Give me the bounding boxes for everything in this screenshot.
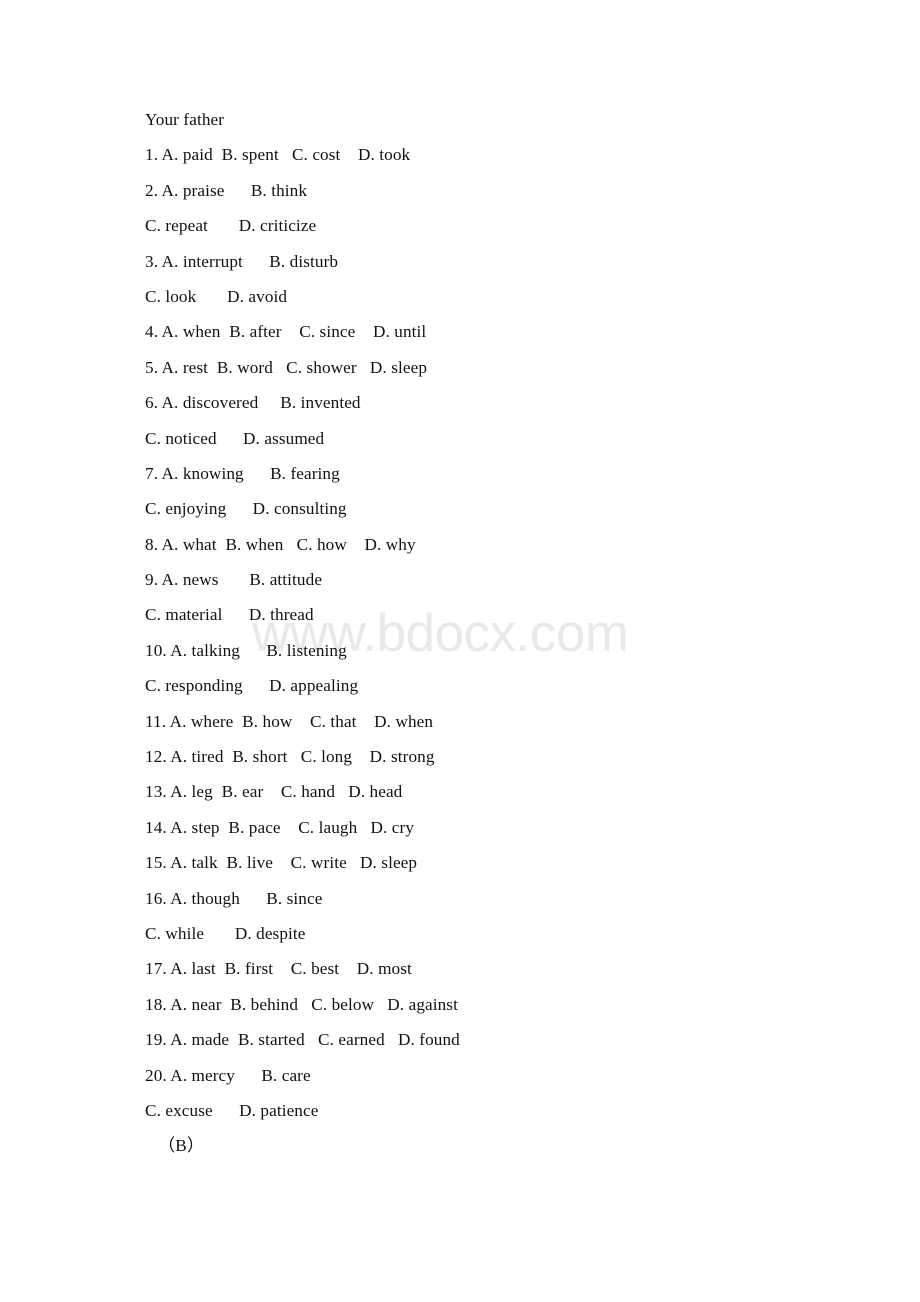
line-q14: 14. A. step B. pace C. laugh D. cry xyxy=(145,817,415,837)
line-q6-ab: 6. A. discovered B. invented xyxy=(145,393,361,413)
line-q9-ab: 9. A. news B. attitude xyxy=(145,570,323,590)
document-body: Your father 1. A. paid B. spent C. cost D… xyxy=(145,102,875,1164)
line-q10-cd: C. responding D. appealing xyxy=(145,676,359,696)
line-q1: 1. A. paid B. spent C. cost D. took xyxy=(145,145,411,165)
line-q3-cd: C. look D. avoid xyxy=(145,286,288,306)
line-q16-cd: C. while D. despite xyxy=(145,923,306,943)
line-q13: 13. A. leg B. ear C. hand D. head xyxy=(145,782,403,802)
line-q11: 11. A. where B. how C. that D. when xyxy=(145,711,434,731)
line-q16-ab: 16. A. though B. since xyxy=(145,888,323,908)
line-q2-ab: 2. A. praise B. think xyxy=(145,180,308,200)
line-q3-ab: 3. A. interrupt B. disturb xyxy=(145,251,339,271)
line-q5: 5. A. rest B. word C. shower D. sleep xyxy=(145,357,428,377)
line-q7-cd: C. enjoying D. consulting xyxy=(145,499,347,519)
line-q4: 4. A. when B. after C. since D. until xyxy=(145,322,427,342)
line-q20-ab: 20. A. mercy B. care xyxy=(145,1065,311,1085)
line-q6-cd: C. noticed D. assumed xyxy=(145,428,325,448)
line-q20-cd: C. excuse D. patience xyxy=(145,1100,319,1120)
line-section-b: （B） xyxy=(158,1136,205,1156)
line-q19: 19. A. made B. started C. earned D. foun… xyxy=(145,1030,460,1050)
line-q18: 18. A. near B. behind C. below D. agains… xyxy=(145,994,458,1014)
line-q15: 15. A. talk B. live C. write D. sleep xyxy=(145,853,418,873)
line-q10-ab: 10. A. talking B. listening xyxy=(145,640,347,660)
line-heading: Your father xyxy=(145,110,225,129)
line-q9-cd: C. material D. thread xyxy=(145,605,314,625)
line-q12: 12. A. tired B. short C. long D. strong xyxy=(145,747,435,767)
line-q7-ab: 7. A. knowing B. fearing xyxy=(145,463,340,483)
line-q8: 8. A. what B. when C. how D. why xyxy=(145,534,416,554)
line-q17: 17. A. last B. first C. best D. most xyxy=(145,959,412,979)
line-q2-cd: C. repeat D. criticize xyxy=(145,216,317,236)
